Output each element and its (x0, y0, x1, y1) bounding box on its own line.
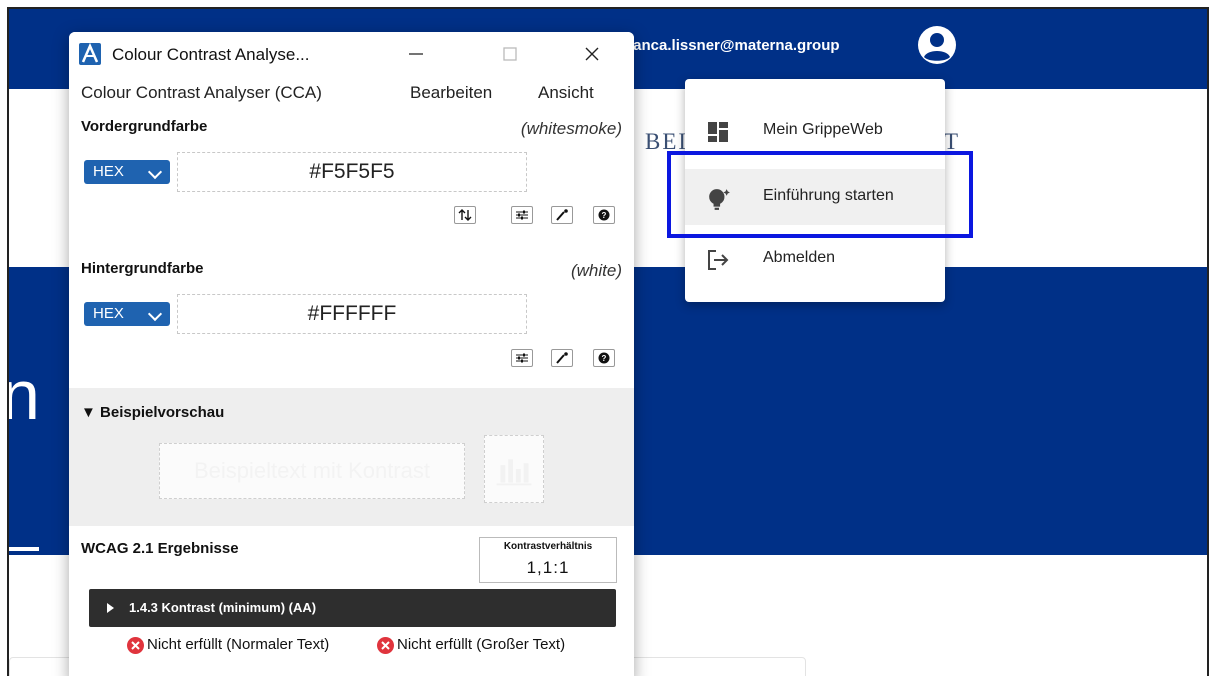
eyedropper-icon[interactable] (551, 206, 573, 224)
hero-heading-fragment: n (9, 355, 40, 435)
account-avatar-icon[interactable] (917, 25, 957, 65)
close-icon[interactable] (575, 38, 609, 70)
criterion-1-4-3-toggle[interactable]: 1.4.3 Kontrast (minimum) (AA) (89, 589, 616, 627)
result-normal-text: Nicht erfüllt (Normaler Text) (127, 636, 357, 654)
preview-sample-text: Beispieltext mit Kontrast (159, 443, 465, 499)
background-color-input[interactable]: #FFFFFF (177, 294, 527, 334)
browser-frame: ianca.lissner@materna.group BEI T n Mein… (7, 7, 1209, 676)
foreground-color-name: (whitesmoke) (520, 119, 622, 138)
menu-bearbeiten[interactable]: Bearbeiten (410, 83, 492, 103)
contrast-ratio-value: 1,1:1 (526, 558, 570, 577)
svg-text:?: ? (602, 211, 607, 220)
result-large-text-label: Nicht erfüllt (Großer Text) (397, 636, 566, 653)
help-icon[interactable]: ? (593, 349, 615, 367)
window-title: Colour Contrast Analyse... (112, 45, 310, 64)
foreground-title: Vordergrundfarbe (81, 118, 208, 135)
menu-item-abmelden[interactable]: Abmelden (685, 231, 945, 287)
annotation-highlight-box (667, 151, 973, 238)
menu-item-label: Abmelden (763, 249, 836, 266)
result-large-text: Nicht erfüllt (Großer Text) (377, 636, 627, 654)
preview-section: ▼ Beispielvorschau Beispieltext mit Kont… (69, 388, 634, 526)
background-format-select[interactable]: HEX (84, 302, 170, 326)
expand-arrow-icon (107, 603, 114, 613)
swap-colors-icon[interactable] (454, 206, 476, 224)
foreground-color-input[interactable]: #F5F5F5 (177, 152, 527, 192)
contrast-ratio-label: Kontrastverhältnis (503, 541, 593, 552)
chevron-down-icon (147, 306, 163, 322)
cca-app-icon (79, 42, 101, 65)
sliders-icon[interactable] (511, 349, 533, 367)
maximize-button[interactable] (493, 38, 527, 70)
dashboard-icon (707, 121, 729, 143)
format-select-value: HEX (93, 305, 124, 322)
background-section: Hintergrundfarbe (white) HEX #FFFFFF ? (69, 252, 634, 388)
menu-colour-contrast-analyser[interactable]: Colour Contrast Analyser (CCA) (81, 83, 322, 103)
fail-icon (127, 637, 144, 654)
results-title: WCAG 2.1 Ergebnisse (81, 540, 239, 557)
preview-toggle[interactable]: ▼ Beispielvorschau (81, 404, 224, 421)
preview-chart-icon (484, 435, 544, 503)
menu-item-label: Mein GrippeWeb (763, 121, 883, 138)
background-color-name: (white) (570, 261, 622, 280)
window-titlebar[interactable]: Colour Contrast Analyse... (69, 32, 634, 76)
logout-icon (707, 249, 729, 271)
content-card (619, 657, 806, 676)
criterion-label: 1.4.3 Kontrast (minimum) (AA) (129, 600, 317, 615)
eyedropper-icon[interactable] (551, 349, 573, 367)
minimize-button[interactable] (399, 38, 433, 70)
result-normal-text-label: Nicht erfüllt (Normaler Text) (147, 636, 330, 653)
chevron-down-icon (147, 164, 163, 180)
contrast-ratio-box: Kontrastverhältnis 1,1:1 (479, 537, 617, 583)
foreground-section: Vordergrundfarbe (whitesmoke) HEX #F5F5F… (69, 110, 634, 253)
sliders-icon[interactable] (511, 206, 533, 224)
user-email[interactable]: ianca.lissner@materna.group (629, 37, 840, 54)
results-section: WCAG 2.1 Ergebnisse Kontrastverhältnis 1… (69, 526, 634, 676)
menu-ansicht[interactable]: Ansicht (538, 83, 594, 103)
hero-underline (9, 547, 39, 551)
format-select-value: HEX (93, 163, 124, 180)
help-icon[interactable]: ? (593, 206, 615, 224)
svg-text:?: ? (602, 354, 607, 363)
fail-icon (377, 637, 394, 654)
cca-window: Colour Contrast Analyse... Colour Contra… (69, 32, 634, 676)
window-menubar: Colour Contrast Analyser (CCA) Bearbeite… (69, 76, 634, 111)
background-title: Hintergrundfarbe (81, 260, 204, 277)
foreground-format-select[interactable]: HEX (84, 160, 170, 184)
